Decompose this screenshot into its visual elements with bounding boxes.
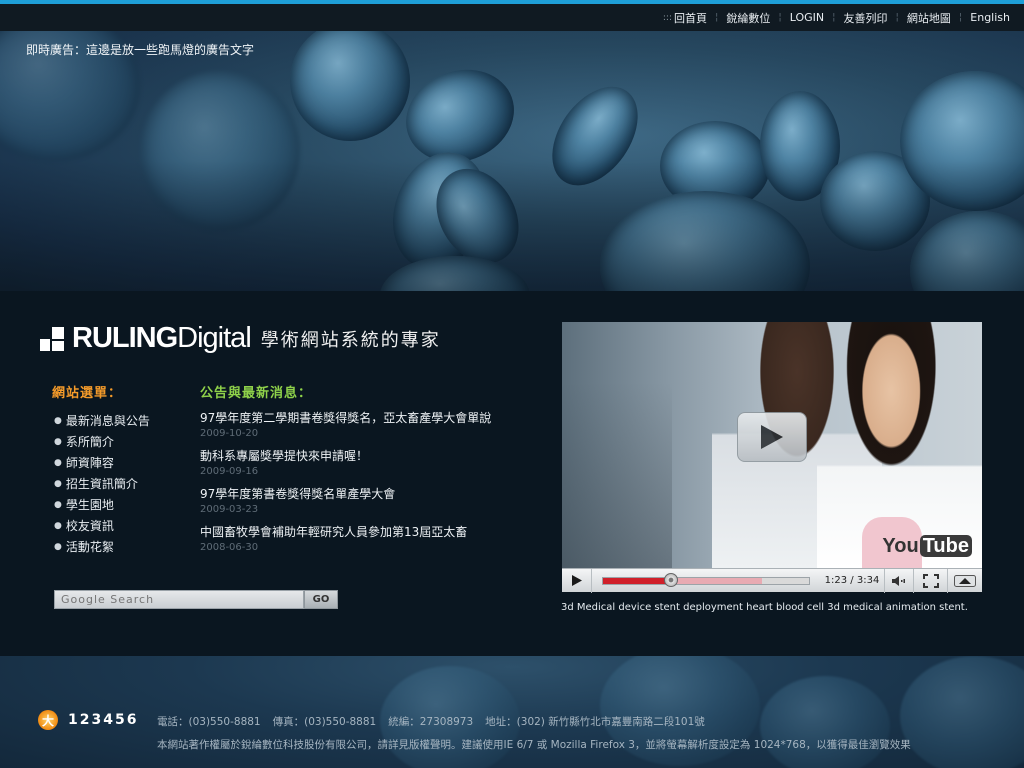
news-item-date: 2008-06-30 <box>200 542 259 553</box>
play-icon[interactable] <box>562 568 592 593</box>
menu-item-admissions[interactable]: ● 招生資訊簡介 <box>54 473 150 494</box>
logo-mark-icon <box>40 326 64 351</box>
divider: ¦ <box>778 12 782 23</box>
footer-logo-icon: 大 <box>38 710 58 730</box>
divider: ¦ <box>714 12 719 23</box>
video-caption: 3d Medical device stent deployment heart… <box>561 602 968 613</box>
site-menu: ● 最新消息與公告 ● 系所簡介 ● 師資陣容 ● 招生資訊簡介 ● 學生園地 ● 校友資訊… <box>54 410 150 557</box>
video-player: You Tube 1:23 / 3:34 <box>562 322 982 593</box>
brand-name: RULINGDigital <box>72 322 252 354</box>
footer-logo: 大 123456 <box>38 710 138 730</box>
topnav-sitemap[interactable]: 網站地圖 <box>907 10 951 26</box>
search-input[interactable] <box>54 590 304 609</box>
news-item-title[interactable]: 動科系專屬獎學提快來申請喔！ <box>200 447 540 464</box>
hero-banner <box>0 31 1024 291</box>
bullet-icon: ● <box>54 478 62 489</box>
news-item: 97學年度第二學期書卷獎得獎名，亞太畜產學大會單說 2009-10-20 <box>200 409 540 447</box>
bullet-icon: ● <box>54 541 62 552</box>
video-time: 1:23 / 3:34 <box>824 575 880 586</box>
topnav-company[interactable]: 銳綸數位 <box>726 10 770 26</box>
news-item: 97學年度第書卷獎得獎名單產學大會 2009-03-23 <box>200 485 540 523</box>
news-item: 動科系專屬獎學提快來申請喔！ 2009-09-16 <box>200 447 540 485</box>
topnav-english[interactable]: English <box>970 11 1010 24</box>
blood-cell-image <box>900 656 1024 768</box>
menu-item-news[interactable]: ● 最新消息與公告 <box>54 410 150 431</box>
news-item-title[interactable]: 中國畜牧學會補助年輕研究人員參加第13屆亞太畜 <box>200 523 540 540</box>
bullet-icon: ● <box>54 415 62 426</box>
lab-equipment-image <box>562 382 672 568</box>
video-progress-bar[interactable] <box>602 572 810 587</box>
topnav-home[interactable]: 回首頁 <box>674 10 707 26</box>
menu-title: 網站選單： <box>52 386 123 401</box>
menu-item-alumni[interactable]: ● 校友資訊 <box>54 515 150 536</box>
divider: ¦ <box>895 12 899 23</box>
progress-played <box>603 577 671 584</box>
big-play-icon[interactable] <box>737 412 807 462</box>
progress-handle[interactable] <box>664 572 678 587</box>
divider: ¦ <box>958 12 963 23</box>
brand-tagline: 學術網站系統的專家 <box>260 329 441 351</box>
video-controls: 1:23 / 3:34 <box>562 568 982 593</box>
bullet-icon: ● <box>54 499 62 510</box>
footer-copyright: 本網站著作權屬於銳綸數位科技股份有限公司，請詳見版權聲明。建議使用IE 6/7 … <box>157 739 911 751</box>
top-nav: ::: 回首頁 ¦ 銳綸數位 ¦ LOGIN ¦ 友善列印 ¦ 網站地圖 ¦ E… <box>663 4 1010 31</box>
footer-contact: 電話：(03)550-8881 傳真：(03)550-8881 統編：2730897… <box>157 714 705 729</box>
footer-tax-id: 統編：27308973 <box>388 716 474 728</box>
search-form: GO <box>54 590 338 609</box>
youtube-logo: You Tube <box>882 535 972 558</box>
footer-phone: 電話：(03)550-8881 <box>157 716 261 728</box>
menu-item-students[interactable]: ● 學生園地 <box>54 494 150 515</box>
banner-overlay <box>0 31 1024 291</box>
menu-item-gallery[interactable]: ● 活動花絮 <box>54 536 150 557</box>
menu-up-icon[interactable] <box>948 569 982 593</box>
blood-cell-image <box>760 676 890 768</box>
volume-icon[interactable] <box>884 568 914 593</box>
news-item-title[interactable]: 97學年度第書卷獎得獎名單產學大會 <box>200 485 540 502</box>
footer-logo-text: 123456 <box>68 712 139 728</box>
menu-item-about[interactable]: ● 系所簡介 <box>54 431 150 452</box>
fullscreen-icon[interactable] <box>914 568 948 593</box>
news-item-date: 2009-09-16 <box>200 466 259 477</box>
news-item-title[interactable]: 97學年度第二學期書卷獎得獎名，亞太畜產學大會單說 <box>200 409 540 426</box>
bullet-icon: ● <box>54 457 62 468</box>
divider: ¦ <box>832 12 836 23</box>
news-item-date: 2009-03-23 <box>200 504 259 515</box>
news-item: 中國畜牧學會補助年輕研究人員參加第13屆亞太畜 2008-06-30 <box>200 523 540 561</box>
search-go-button[interactable]: GO <box>304 590 338 609</box>
news-list: 97學年度第二學期書卷獎得獎名，亞太畜產學大會單說 2009-10-20 動科系… <box>200 409 540 561</box>
bullet-icon: ● <box>54 520 62 531</box>
bullet-icon: ● <box>54 436 62 447</box>
video-screen[interactable]: You Tube <box>562 322 982 568</box>
menu-item-faculty[interactable]: ● 師資陣容 <box>54 452 150 473</box>
dots-icon: ::: <box>662 12 672 23</box>
footer-fax: 傳真：(03)550-8881 <box>272 716 377 728</box>
topnav-print[interactable]: 友善列印 <box>844 10 888 26</box>
news-item-date: 2009-10-20 <box>200 428 259 439</box>
news-title: 公告與最新消息： <box>200 386 313 401</box>
footer-address: 地址：(302) 新竹縣竹北市嘉豐南路二段101號 <box>485 716 705 728</box>
brand-logo[interactable]: RULINGDigital 學術網站系統的專家 <box>40 322 441 355</box>
topnav-login[interactable]: LOGIN <box>790 11 824 24</box>
marquee-text: 即時廣告：這邊是放一些跑馬燈的廣告文字 <box>26 43 255 57</box>
